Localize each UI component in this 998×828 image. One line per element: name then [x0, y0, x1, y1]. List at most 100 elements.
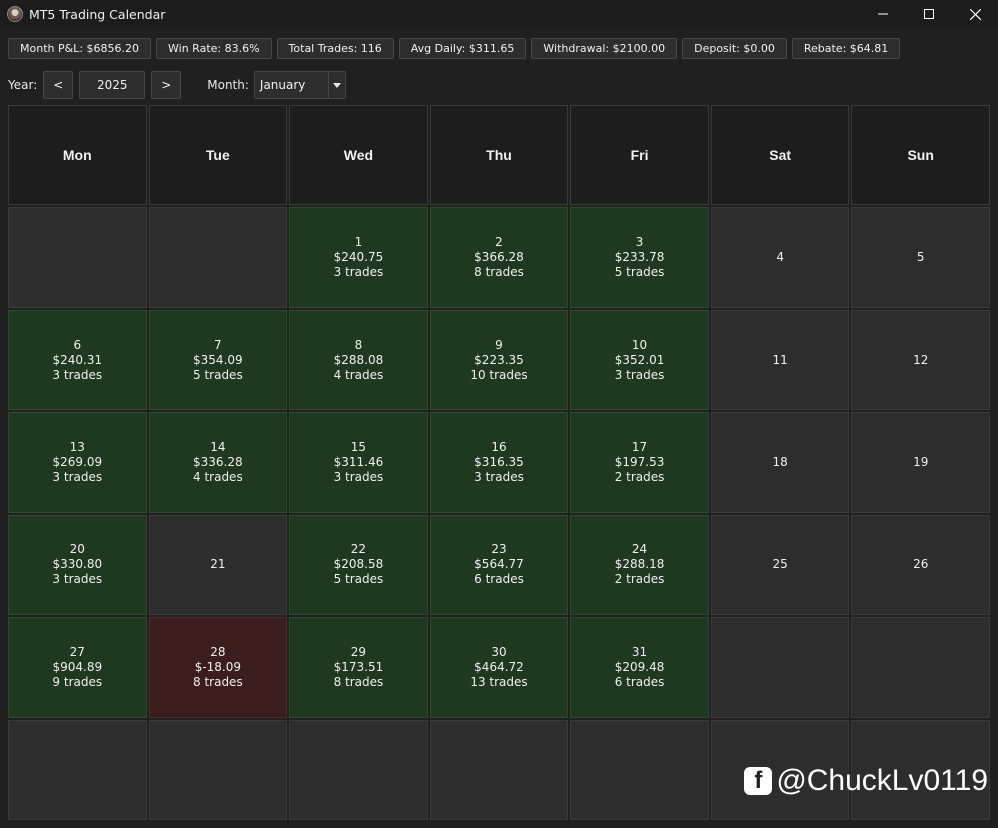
day-cell[interactable]: 10 $352.01 3 trades: [570, 309, 709, 411]
day-number: 15: [350, 439, 367, 454]
prev-year-button[interactable]: <: [43, 71, 74, 99]
weekday-header: Mon: [8, 105, 147, 206]
day-cell[interactable]: 28 $-18.09 8 trades: [148, 617, 288, 718]
day-cell[interactable]: 17 $197.53 2 trades: [570, 412, 709, 513]
day-pnl: $233.78: [614, 250, 665, 265]
day-cell[interactable]: 6 $240.31 3 trades: [8, 309, 147, 411]
day-number: 1: [354, 235, 363, 250]
day-trades: 3 trades: [614, 367, 665, 382]
watermark: f @ChuckLv0119: [744, 764, 988, 798]
day-cell[interactable]: 9 $223.35 10 trades: [429, 309, 569, 411]
day-cell[interactable]: 18: [710, 412, 850, 513]
stat-month-pnl: Month P&L: $6856.20: [8, 38, 152, 59]
day-number: 28: [210, 644, 226, 659]
empty-cell: [148, 719, 288, 820]
day-cell[interactable]: 14 $336.28 4 trades: [148, 412, 288, 513]
day-number: 25: [772, 557, 788, 572]
day-pnl: $208.58: [333, 557, 384, 572]
day-pnl: $209.48: [614, 659, 665, 674]
day-cell[interactable]: 25: [710, 514, 850, 616]
day-number: 30: [491, 644, 507, 659]
day-number: 18: [772, 454, 788, 469]
day-cell[interactable]: 8 $288.08 4 trades: [289, 309, 428, 411]
minimize-icon: [878, 13, 888, 15]
year-label: Year:: [8, 78, 38, 92]
day-pnl: $904.89: [52, 659, 103, 674]
app-icon: [7, 6, 23, 22]
day-pnl: $240.31: [52, 352, 103, 367]
day-cell[interactable]: 30 $464.72 13 trades: [429, 617, 569, 718]
day-cell[interactable]: 22 $208.58 5 trades: [289, 514, 428, 616]
day-cell[interactable]: 27 $904.89 9 trades: [8, 617, 147, 718]
day-trades: 3 trades: [333, 469, 384, 484]
day-pnl: $464.72: [474, 659, 524, 674]
day-cell[interactable]: 13 $269.09 3 trades: [8, 412, 147, 513]
maximize-icon: [924, 9, 934, 19]
stat-withdrawal: Withdrawal: $2100.00: [531, 38, 678, 59]
empty-cell: [8, 207, 147, 308]
day-trades: 3 trades: [52, 367, 103, 382]
day-cell[interactable]: 3 $233.78 5 trades: [570, 207, 709, 308]
title-bar: MT5 Trading Calendar: [0, 0, 998, 28]
maximize-button[interactable]: [906, 0, 952, 28]
day-cell[interactable]: 26: [851, 514, 990, 616]
day-number: 16: [491, 439, 507, 454]
day-number: 27: [69, 644, 85, 659]
date-controls: Year: < 2025 > Month: January: [8, 70, 346, 100]
day-trades: 3 trades: [474, 469, 524, 484]
day-pnl: $316.35: [474, 454, 524, 469]
weekday-header: Wed: [289, 105, 428, 206]
month-label: Month:: [207, 78, 249, 92]
empty-cell: [710, 617, 850, 718]
day-cell[interactable]: 29 $173.51 8 trades: [289, 617, 428, 718]
day-cell[interactable]: 15 $311.46 3 trades: [289, 412, 428, 513]
day-cell[interactable]: 2 $366.28 8 trades: [429, 207, 569, 308]
day-pnl: $197.53: [614, 454, 665, 469]
day-cell[interactable]: 5: [851, 207, 990, 308]
day-cell[interactable]: 19: [851, 412, 990, 513]
day-trades: 10 trades: [470, 367, 528, 382]
day-number: 26: [913, 557, 929, 572]
day-trades: 8 trades: [474, 265, 524, 280]
day-cell[interactable]: 1 $240.75 3 trades: [289, 207, 428, 308]
day-trades: 5 trades: [614, 265, 665, 280]
next-year-button[interactable]: >: [151, 71, 182, 99]
day-pnl: $352.01: [614, 352, 665, 367]
weekday-header: Tue: [148, 105, 288, 206]
day-pnl: $366.28: [474, 250, 524, 265]
day-cell[interactable]: 7 $354.09 5 trades: [148, 309, 288, 411]
day-cell[interactable]: 23 $564.77 6 trades: [429, 514, 569, 616]
day-number: 5: [916, 250, 925, 265]
day-cell[interactable]: 24 $288.18 2 trades: [570, 514, 709, 616]
window-title: MT5 Trading Calendar: [29, 6, 166, 22]
day-cell[interactable]: 16 $316.35 3 trades: [429, 412, 569, 513]
stat-avg-daily: Avg Daily: $311.65: [398, 38, 527, 59]
day-pnl: $-18.09: [194, 659, 242, 674]
day-trades: 3 trades: [333, 265, 384, 280]
day-pnl: $311.46: [333, 454, 384, 469]
day-number: 24: [631, 542, 648, 557]
day-number: 29: [350, 644, 367, 659]
day-number: 8: [354, 337, 363, 352]
day-cell[interactable]: 12: [851, 309, 990, 411]
day-trades: 4 trades: [193, 469, 243, 484]
day-cell[interactable]: 31 $209.48 6 trades: [570, 617, 709, 718]
day-cell[interactable]: 20 $330.80 3 trades: [8, 514, 147, 616]
close-button[interactable]: [952, 0, 998, 28]
minimize-button[interactable]: [860, 0, 906, 28]
stat-total-trades: Total Trades: 116: [276, 38, 394, 59]
day-trades: 6 trades: [614, 674, 665, 689]
day-number: 13: [69, 439, 85, 454]
day-number: 11: [772, 352, 788, 367]
day-cell[interactable]: 11: [710, 309, 850, 411]
day-cell[interactable]: 21: [148, 514, 288, 616]
day-number: 21: [210, 557, 226, 572]
day-cell[interactable]: 4: [710, 207, 850, 308]
day-number: 2: [495, 235, 503, 250]
day-trades: 8 trades: [333, 674, 384, 689]
day-trades: 13 trades: [470, 674, 528, 689]
day-pnl: $288.18: [614, 557, 665, 572]
day-number: 22: [350, 542, 367, 557]
empty-cell: [570, 719, 709, 820]
month-select[interactable]: January: [253, 71, 346, 99]
